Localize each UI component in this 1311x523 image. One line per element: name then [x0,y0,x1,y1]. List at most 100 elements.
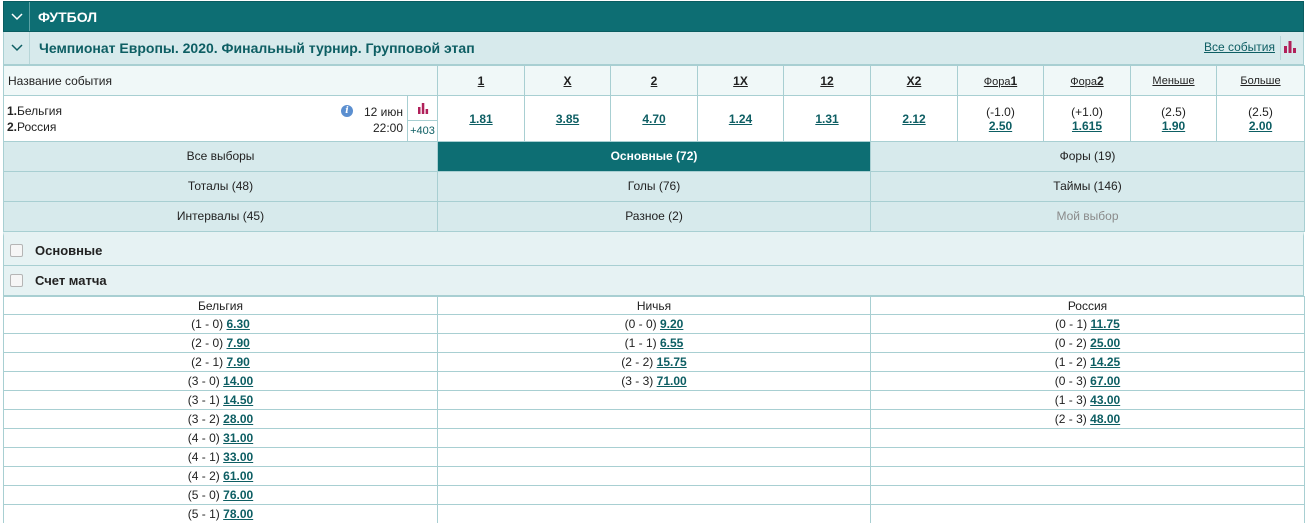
score-odd[interactable]: 67.00 [1090,374,1120,388]
score-cell[interactable]: (1 - 0) 6.30 [3,314,438,334]
score-odd[interactable]: 14.25 [1090,355,1120,369]
odd-cell-less[interactable]: (2.5) 1.90 [1130,95,1217,142]
score-odd[interactable]: 14.00 [223,374,253,388]
col-header-more[interactable]: Больше [1216,65,1305,96]
odd-fora1[interactable]: 2.50 [989,119,1012,133]
score-odd[interactable]: 28.00 [223,412,253,426]
score-odd[interactable]: 7.90 [227,336,250,350]
score-cell[interactable]: (2 - 1) 7.90 [3,352,438,372]
score-cell[interactable]: (0 - 0) 9.20 [437,314,871,334]
score-odd[interactable]: 33.00 [223,450,253,464]
section-score[interactable]: Счет матча [3,266,1304,296]
col-header-fora1[interactable]: Фора1 [957,65,1044,96]
odd-1[interactable]: 1.81 [469,112,492,126]
col-header-1[interactable]: 1 [437,65,525,96]
score-odd[interactable]: 78.00 [223,507,253,521]
score-rows: (1 - 0) 6.30 (0 - 0) 9.20 (0 - 1) 11.75 (2 … [3,314,1305,523]
odd-cell-x[interactable]: 3.85 [524,95,611,142]
score-cell[interactable]: (0 - 3) 67.00 [870,371,1305,391]
odd-cell-2[interactable]: 4.70 [610,95,698,142]
score-cell[interactable]: (2 - 3) 48.00 [870,409,1305,429]
odd-2[interactable]: 4.70 [642,112,665,126]
score-cell[interactable]: (3 - 1) 14.50 [3,390,438,410]
score-cell[interactable]: (4 - 1) 33.00 [3,447,438,467]
odd-cell-fora2[interactable]: (+1.0) 1.615 [1043,95,1131,142]
score-cell[interactable]: (3 - 2) 28.00 [3,409,438,429]
statistics-icon[interactable] [417,102,429,114]
filter-misc[interactable]: Разное (2) [438,202,871,232]
filter-halves[interactable]: Таймы (146) [871,172,1305,202]
col-header-x2[interactable]: X2 [870,65,958,96]
all-events-link[interactable]: Все события [1204,40,1275,54]
score-cell[interactable]: (2 - 0) 7.90 [3,333,438,353]
filter-main[interactable]: Основные (72) [438,142,871,172]
score-odd[interactable]: 76.00 [223,488,253,502]
score-odd[interactable]: 11.75 [1090,317,1119,331]
odd-cell-x2[interactable]: 2.12 [870,95,958,142]
filter-all[interactable]: Все выборы [4,142,438,172]
odd-cell-1x[interactable]: 1.24 [697,95,784,142]
col-header-1x[interactable]: 1X [697,65,784,96]
score-cell[interactable]: (2 - 2) 15.75 [437,352,871,372]
score-cell[interactable]: (1 - 2) 14.25 [870,352,1305,372]
odd-cell-more[interactable]: (2.5) 2.00 [1216,95,1305,142]
filter-my-choice[interactable]: Мой выбор [871,202,1305,232]
score-odd[interactable]: 9.20 [660,317,683,331]
odd-1x[interactable]: 1.24 [729,112,752,126]
col-header-12[interactable]: 12 [783,65,871,96]
odd-more[interactable]: 2.00 [1249,119,1272,133]
score-odd[interactable]: 71.00 [657,374,687,388]
score-cell[interactable]: (4 - 2) 61.00 [3,466,438,486]
score-odd[interactable]: 6.30 [227,317,250,331]
score-label: (4 - 2) [187,469,220,483]
score-odd[interactable]: 6.55 [660,336,683,350]
more-markets-button[interactable]: +403 [408,120,437,141]
tournament-header[interactable]: Чемпионат Европы. 2020. Финальный турнир… [3,32,1304,65]
score-cell[interactable]: (3 - 0) 14.00 [3,371,438,391]
odd-cell-12[interactable]: 1.31 [783,95,871,142]
info-icon[interactable]: i [341,105,353,117]
odd-x[interactable]: 3.85 [556,112,579,126]
score-cell[interactable]: (1 - 1) 6.55 [437,333,871,353]
filter-handicaps[interactable]: Форы (19) [871,142,1305,172]
event-cell[interactable]: 1.Бельгия 2.Россия i 12 июн 22:00 +403 [3,95,438,142]
filter-goals[interactable]: Голы (76) [438,172,871,202]
section-main[interactable]: Основные [3,232,1304,266]
score-cell[interactable]: (1 - 3) 43.00 [870,390,1305,410]
col-header-x[interactable]: X [524,65,611,96]
score-cell[interactable]: (3 - 3) 71.00 [437,371,871,391]
odd-12[interactable]: 1.31 [815,112,838,126]
less-total: (2.5) [1161,104,1186,119]
section-main-checkbox[interactable] [10,244,23,257]
chevron-down-icon[interactable] [4,32,30,64]
teams: 1.Бельгия 2.Россия [7,103,62,135]
filter-intervals[interactable]: Интервалы (45) [4,202,438,232]
odd-less[interactable]: 1.90 [1162,119,1185,133]
score-odd[interactable]: 14.50 [223,393,253,407]
odd-cell-1[interactable]: 1.81 [437,95,525,142]
col-header-less[interactable]: Меньше [1130,65,1217,96]
odd-cell-fora1[interactable]: (-1.0) 2.50 [957,95,1044,142]
score-odd[interactable]: 31.00 [223,431,253,445]
more-total: (2.5) [1248,104,1273,119]
score-odd[interactable]: 25.00 [1090,336,1120,350]
col-header-fora2[interactable]: Фора2 [1043,65,1131,96]
score-cell[interactable]: (4 - 0) 31.00 [3,428,438,448]
sport-header[interactable]: ФУТБОЛ [3,1,1304,32]
score-odd[interactable]: 61.00 [223,469,253,483]
odd-x2[interactable]: 2.12 [902,112,925,126]
score-odd[interactable]: 48.00 [1090,412,1120,426]
score-cell[interactable]: (5 - 1) 78.00 [3,504,438,523]
odd-fora2[interactable]: 1.615 [1072,119,1102,133]
chevron-down-icon[interactable] [4,2,30,31]
score-odd[interactable]: 7.90 [227,355,250,369]
score-cell[interactable]: (0 - 1) 11.75 [870,314,1305,334]
score-odd[interactable]: 43.00 [1090,393,1120,407]
score-cell[interactable]: (0 - 2) 25.00 [870,333,1305,353]
filter-totals[interactable]: Тоталы (48) [4,172,438,202]
section-score-checkbox[interactable] [10,274,23,287]
col-header-2[interactable]: 2 [610,65,698,96]
score-odd[interactable]: 15.75 [657,355,687,369]
statistics-icon[interactable] [1283,40,1299,54]
score-cell[interactable]: (5 - 0) 76.00 [3,485,438,505]
